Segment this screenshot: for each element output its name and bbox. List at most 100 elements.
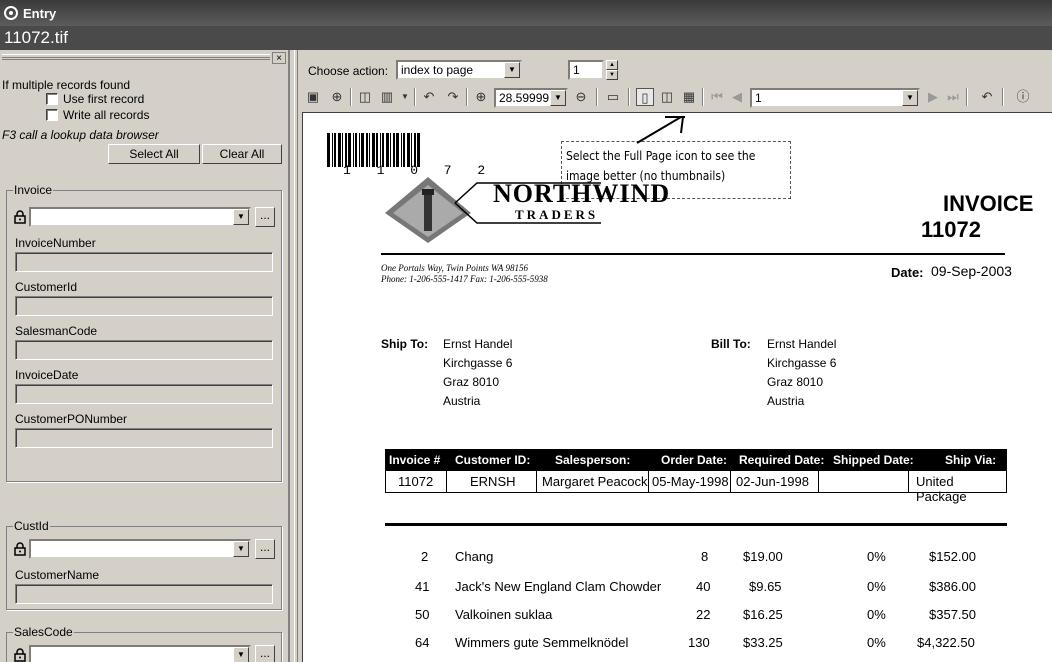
invoice-number-display: 11072 bbox=[921, 217, 981, 242]
use-first-record-option[interactable]: Use first record bbox=[46, 92, 144, 106]
chevron-down-icon[interactable]: ▼ bbox=[233, 647, 249, 662]
item-price: $16.25 bbox=[743, 607, 783, 622]
lock-icon[interactable] bbox=[13, 210, 27, 224]
last-page-icon[interactable]: ⏭ bbox=[944, 88, 962, 106]
select-all-button[interactable]: Select All bbox=[108, 144, 200, 164]
company-address: One Portals Way, Twin Points WA 98156 Ph… bbox=[381, 263, 548, 285]
first-page-icon[interactable]: ⏮ bbox=[708, 88, 726, 106]
spin-down-icon[interactable]: ▼ bbox=[606, 70, 618, 80]
index-panel: × If multiple records found Use first re… bbox=[0, 50, 290, 662]
order-table-row: 11072 ERNSH Margaret Peacock 05-May-1998… bbox=[385, 471, 1007, 504]
nav-page-select[interactable]: 1 ▼ bbox=[750, 88, 920, 108]
field-label-salesmancode: SalesmanCode bbox=[15, 324, 98, 338]
salescode-lookup-combo[interactable]: ▼ bbox=[29, 645, 251, 662]
column-header: Salesperson: bbox=[555, 453, 631, 467]
spin-up-icon[interactable]: ▲ bbox=[606, 60, 618, 70]
write-all-checkbox[interactable] bbox=[46, 109, 58, 121]
column-header: Shipped Date: bbox=[833, 453, 914, 467]
toolbar-separator bbox=[702, 88, 704, 106]
toolbar-separator bbox=[414, 88, 416, 106]
two-page-icon[interactable]: ◫ bbox=[658, 88, 676, 106]
ship-to-line: Kirchgasse 6 bbox=[443, 356, 513, 370]
field-label-customerid: CustomerId bbox=[15, 280, 78, 294]
column-header: Order Date: bbox=[661, 453, 728, 467]
chevron-down-icon[interactable]: ▼ bbox=[550, 90, 566, 106]
lock-icon[interactable] bbox=[13, 542, 27, 556]
item-price: $9.65 bbox=[749, 579, 782, 594]
undo-icon[interactable]: ↶ bbox=[978, 88, 996, 106]
toolbar-separator bbox=[350, 88, 352, 106]
chevron-down-icon[interactable]: ▼ bbox=[396, 88, 414, 106]
rotate-right-icon[interactable]: ↷ bbox=[444, 88, 462, 106]
zoom-in-icon[interactable]: ⊕ bbox=[472, 88, 490, 106]
item-total: $4,322.50 bbox=[917, 635, 975, 650]
page-spinner[interactable]: ▲ ▼ bbox=[606, 60, 618, 80]
salesmancode-field[interactable] bbox=[15, 340, 273, 360]
chevron-down-icon[interactable]: ▼ bbox=[902, 90, 918, 106]
line-items-header-bar bbox=[385, 523, 1007, 537]
invoice-browse-button[interactable]: ... bbox=[255, 207, 275, 227]
salescode-group: SalesCode ▼ ... bbox=[6, 625, 282, 662]
panel-splitter[interactable] bbox=[294, 50, 298, 662]
action-select[interactable]: index to page ▼ bbox=[396, 60, 522, 80]
fit-width-icon[interactable]: ▭ bbox=[604, 88, 622, 106]
customerponumber-field[interactable] bbox=[15, 428, 273, 448]
ship-to-line: Graz 8010 bbox=[443, 375, 500, 389]
use-first-label: Use first record bbox=[63, 92, 145, 106]
clear-all-button[interactable]: Clear All bbox=[202, 144, 282, 164]
window-title: Entry bbox=[23, 5, 57, 21]
rotate-left-icon[interactable]: ↶ bbox=[420, 88, 438, 106]
zoom-out-icon[interactable]: ⊖ bbox=[572, 88, 590, 106]
table-cell: Margaret Peacock bbox=[542, 474, 648, 489]
custid-browse-button[interactable]: ... bbox=[255, 539, 275, 559]
document-tab[interactable]: 11072.tif bbox=[0, 26, 1052, 50]
column-header: Ship Via: bbox=[945, 453, 997, 467]
page-number-input[interactable]: 1 bbox=[568, 60, 604, 80]
item-total: $152.00 bbox=[929, 549, 976, 564]
info-icon[interactable]: ⓘ bbox=[1014, 88, 1032, 106]
panel-close-button[interactable]: × bbox=[272, 52, 286, 64]
column-header: Invoice # bbox=[389, 453, 441, 467]
invoice-lookup-combo[interactable]: ▼ bbox=[29, 207, 251, 227]
f3-note: F3 call a lookup data browser bbox=[2, 128, 159, 142]
salescode-browse-button[interactable]: ... bbox=[255, 645, 275, 662]
zoom-select[interactable]: 28.59999 ▼ bbox=[494, 88, 568, 108]
invoicedate-field[interactable] bbox=[15, 384, 273, 404]
chevron-down-icon[interactable]: ▼ bbox=[233, 209, 249, 225]
lock-icon[interactable] bbox=[13, 648, 27, 662]
toolbar-separator bbox=[1002, 88, 1004, 106]
item-id: 50 bbox=[415, 607, 430, 622]
write-all-records-option[interactable]: Write all records bbox=[46, 108, 149, 122]
toolbar-separator bbox=[596, 88, 598, 106]
app-icon bbox=[4, 6, 18, 20]
column-header: Required Date: bbox=[739, 453, 825, 467]
next-page-icon[interactable]: ▶ bbox=[924, 88, 942, 106]
customername-field[interactable] bbox=[15, 584, 273, 604]
full-page-icon[interactable]: ▯ bbox=[636, 88, 654, 106]
window-titlebar: Entry bbox=[0, 0, 1052, 26]
prev-page-icon[interactable]: ◀ bbox=[728, 88, 746, 106]
settings-icon[interactable]: ⊕ bbox=[328, 88, 346, 106]
table-cell: United Package bbox=[916, 474, 967, 504]
zoom-value: 28.59999 bbox=[499, 91, 550, 105]
item-name: Wimmers gute Semmelknödel bbox=[455, 635, 629, 650]
barcode-icon[interactable]: ▥ bbox=[378, 88, 396, 106]
custid-group: CustId ▼ ... CustomerName bbox=[6, 519, 282, 610]
chevron-down-icon[interactable]: ▼ bbox=[504, 62, 520, 78]
bill-to-line: Ernst Handel bbox=[767, 337, 837, 351]
item-price: $33.25 bbox=[743, 635, 783, 650]
bill-to-address: Ernst Handel Kirchgasse 6 Graz 8010 Aust… bbox=[767, 335, 836, 411]
document-image[interactable]: 1 1 0 7 2 Select the Full Page icon to s… bbox=[302, 112, 1052, 662]
chevron-down-icon[interactable]: ▼ bbox=[233, 541, 249, 557]
action-select-value: index to page bbox=[401, 63, 474, 77]
customerid-field[interactable] bbox=[15, 296, 273, 316]
invoicenumber-field[interactable] bbox=[15, 252, 273, 272]
bill-to-line: Graz 8010 bbox=[767, 375, 824, 389]
custid-lookup-combo[interactable]: ▼ bbox=[29, 539, 251, 559]
panel-grip[interactable] bbox=[2, 54, 270, 60]
scan-icon[interactable]: ▣ bbox=[304, 88, 322, 106]
thumbnails-icon[interactable]: ▦ bbox=[680, 88, 698, 106]
address-line-1: One Portals Way, Twin Points WA 98156 bbox=[381, 263, 528, 273]
use-first-checkbox[interactable] bbox=[46, 93, 58, 105]
page-icon[interactable]: ◫ bbox=[356, 88, 374, 106]
